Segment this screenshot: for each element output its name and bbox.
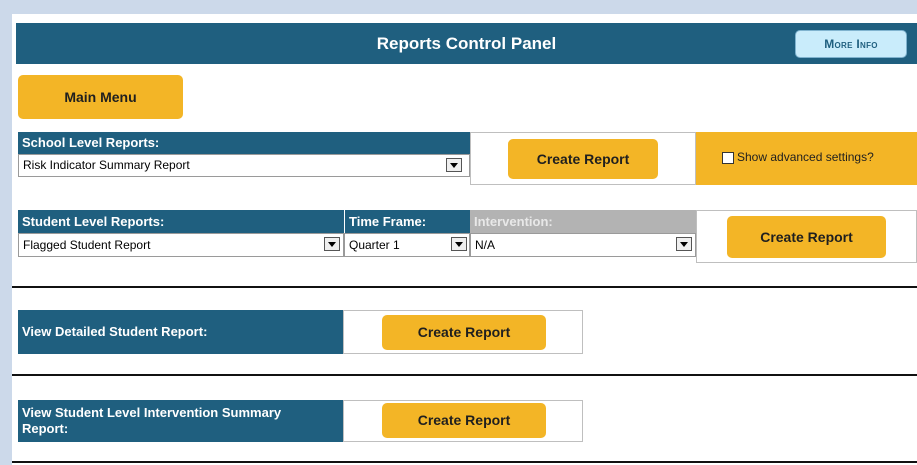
time-frame-value: Quarter 1 (349, 238, 400, 252)
school-level-heading: School Level Reports: (18, 132, 470, 154)
intervention-heading: Intervention: (470, 210, 696, 233)
detailed-create-report-button[interactable]: Create Report (382, 315, 546, 350)
chevron-down-icon[interactable] (324, 237, 340, 251)
main-menu-button[interactable]: Main Menu (18, 75, 183, 119)
intervention-value: N/A (475, 238, 496, 252)
divider (12, 461, 917, 463)
chevron-down-icon[interactable] (451, 237, 467, 251)
time-frame-select[interactable]: Quarter 1 (344, 233, 470, 257)
more-info-button[interactable]: More Info (795, 30, 907, 58)
advanced-settings-checkbox[interactable] (722, 152, 734, 164)
reports-sheet: Reports Control Panel More Info Main Men… (12, 14, 917, 465)
intervention-select[interactable]: N/A (470, 233, 696, 257)
detailed-student-heading: View Detailed Student Report: (18, 310, 343, 354)
student-report-select[interactable]: Flagged Student Report (18, 233, 344, 257)
school-report-value: Risk Indicator Summary Report (23, 158, 190, 172)
advanced-settings-label: Show advanced settings? (737, 150, 874, 164)
intervention-summary-heading: View Student Level Intervention Summary … (18, 400, 343, 442)
intervention-summary-create-report-button[interactable]: Create Report (382, 403, 546, 438)
divider (12, 374, 917, 376)
student-report-value: Flagged Student Report (23, 238, 151, 252)
school-report-select[interactable]: Risk Indicator Summary Report (18, 154, 470, 177)
school-create-report-button[interactable]: Create Report (508, 139, 658, 179)
advanced-settings-panel: Show advanced settings? (696, 132, 917, 185)
time-frame-heading: Time Frame: (344, 210, 470, 233)
chevron-down-icon[interactable] (446, 158, 462, 172)
intervention-summary-label: View Student Level Intervention Summary … (22, 405, 282, 436)
divider (12, 286, 917, 288)
chevron-down-icon[interactable] (676, 237, 692, 251)
page-title: Reports Control Panel (376, 34, 557, 53)
student-create-report-button[interactable]: Create Report (727, 216, 886, 258)
student-level-heading: Student Level Reports: (18, 210, 344, 233)
title-bar: Reports Control Panel More Info (16, 23, 917, 64)
